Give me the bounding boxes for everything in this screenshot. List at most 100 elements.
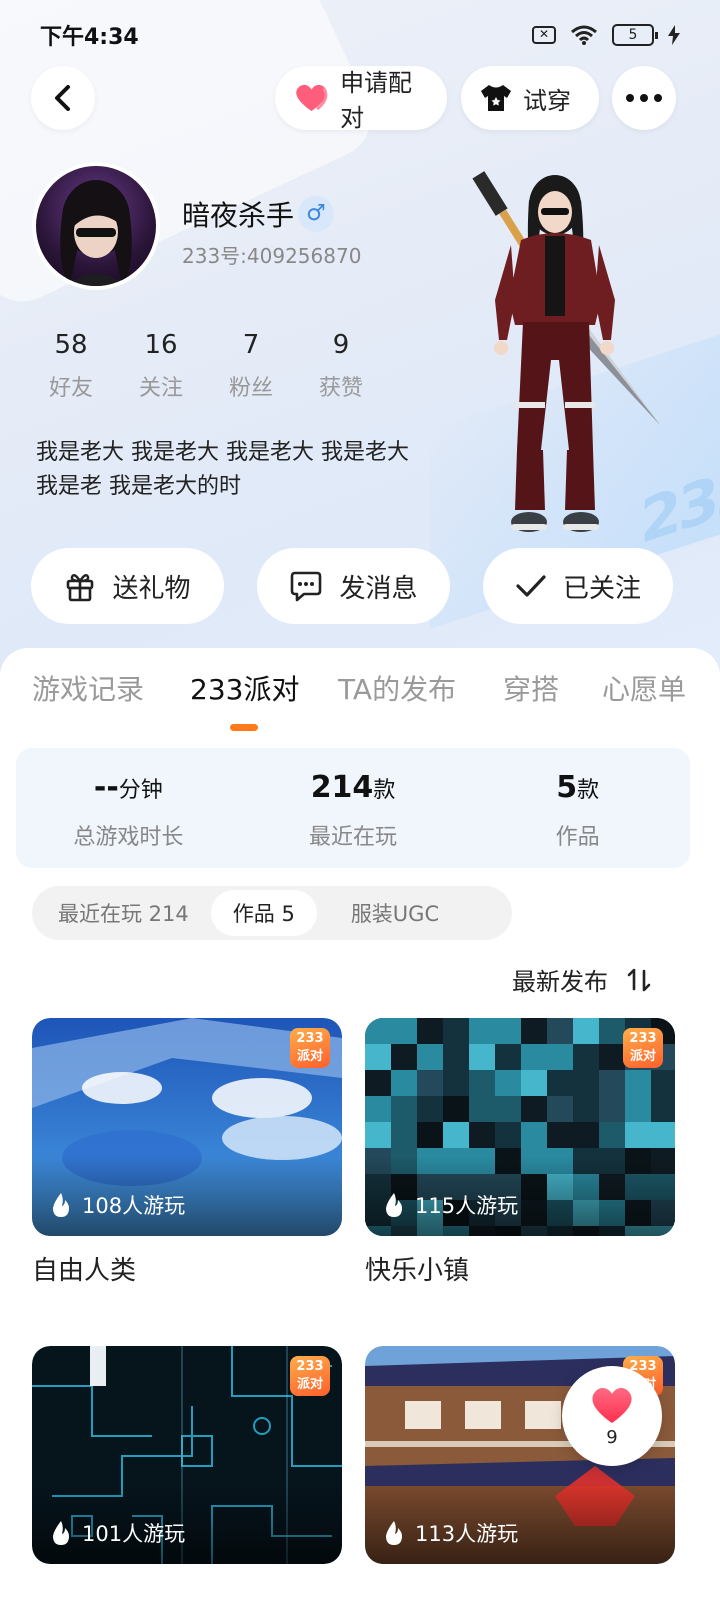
mosaic-tile [521, 1096, 547, 1122]
like-floating-button[interactable]: 9 [562, 1366, 662, 1466]
back-button[interactable] [31, 66, 95, 130]
stat-friends[interactable]: 58 好友 [26, 330, 116, 402]
stat-friends-value: 58 [54, 330, 88, 360]
mosaic-tile [391, 1070, 417, 1096]
flame-icon [386, 1193, 402, 1217]
badge-text: 派对 [296, 1049, 323, 1064]
filter-clothing-ugc[interactable]: 服装UGC [317, 890, 461, 936]
tab-wishlist[interactable]: 心愿单 [602, 668, 686, 708]
mosaic-tile [547, 1018, 573, 1044]
mosaic-tile [417, 1070, 443, 1096]
profile-stats: 58 好友 16 关注 7 粉丝 9 获赞 [26, 330, 386, 402]
tab-ta-posts[interactable]: TA的发布 [338, 668, 456, 708]
request-pair-button[interactable]: 申请配对 [275, 66, 447, 132]
try-on-label: 试穿 [523, 86, 571, 115]
stat-fans[interactable]: 7 粉丝 [206, 330, 296, 402]
stat-fans-value: 7 [242, 330, 260, 360]
game-summary-card: --分钟 总游戏时长 214款 最近在玩 5款 作品 [16, 748, 690, 868]
233-party-badge: 233 派对 [290, 1356, 330, 1396]
send-message-button[interactable]: 发消息 [257, 548, 450, 624]
summary-recent-unit: 款 [373, 778, 396, 803]
sim-off-icon: ✕ [532, 26, 556, 44]
mosaic-tile [599, 1018, 625, 1044]
status-bar: 下午4:34 ✕ 5 [0, 0, 720, 70]
mosaic-tile [625, 1070, 651, 1096]
flame-icon [386, 1521, 402, 1545]
summary-works-value: 5 [556, 770, 578, 805]
tshirt-icon [481, 85, 511, 111]
send-message-label: 发消息 [339, 573, 418, 604]
chat-bubble-icon [291, 571, 322, 602]
work-card[interactable]: 233 派对 115人游玩 快乐小镇 [365, 1018, 675, 1287]
like-count: 9 [606, 1426, 618, 1448]
tab-game-records[interactable]: 游戏记录 [32, 668, 144, 708]
play-count-text: 108人游玩 [82, 1194, 186, 1218]
filter-recent-playing[interactable]: 最近在玩 214 [36, 890, 211, 936]
username: 暗夜杀手 [182, 199, 295, 232]
mosaic-tile [625, 1122, 651, 1148]
mosaic-tile [573, 1122, 599, 1148]
summary-works-label: 作品 [555, 825, 600, 850]
avatar-3d-character [472, 171, 660, 532]
user-avatar[interactable] [32, 162, 160, 290]
mosaic-tile [651, 1096, 675, 1122]
user-bio: 我是老大 我是老大 我是老大 我是老大 我是老 我是老大的时 [36, 436, 456, 504]
mosaic-tile [365, 1122, 391, 1148]
tab-outfits[interactable]: 穿搭 [503, 668, 559, 708]
send-gift-button[interactable]: 送礼物 [31, 548, 224, 624]
mosaic-tile [469, 1044, 495, 1070]
badge-text: 派对 [629, 1049, 656, 1064]
mosaic-tile [495, 1122, 521, 1148]
mosaic-tile [521, 1122, 547, 1148]
mosaic-tile [391, 1122, 417, 1148]
sort-label: 最新发布 [512, 968, 608, 996]
more-options-button[interactable] [612, 66, 676, 130]
works-filter-segmented: 最近在玩 214 作品 5 服装UGC [32, 886, 512, 940]
tab-233-party[interactable]: 233派对 [190, 668, 299, 708]
request-pair-label: 申请配对 [340, 69, 413, 132]
mosaic-tile [495, 1096, 521, 1122]
mosaic-tile [651, 1070, 675, 1096]
more-dots-icon [626, 94, 662, 102]
battery-icon: 5 [612, 24, 658, 46]
stat-following[interactable]: 16 关注 [116, 330, 206, 402]
mosaic-tile [417, 1096, 443, 1122]
play-count-text: 115人游玩 [415, 1194, 519, 1218]
mosaic-tile [391, 1018, 417, 1044]
heart-icon [592, 1387, 632, 1423]
bio-line: 我是老大 我是老大 我是老大 我是老大 [36, 440, 409, 465]
play-count: 115人游玩 [383, 1190, 518, 1220]
work-card[interactable]: 233 派对 108人游玩 自由人类 [32, 1018, 342, 1287]
stat-likes[interactable]: 9 获赞 [296, 330, 386, 402]
followed-button[interactable]: 已关注 [483, 548, 673, 624]
mosaic-tile [547, 1070, 573, 1096]
summary-recent-label: 最近在玩 [309, 825, 398, 850]
mosaic-tile [391, 1096, 417, 1122]
work-card[interactable]: 233 派对 101人游玩 [32, 1346, 342, 1564]
work-title: 快乐小镇 [365, 1256, 470, 1286]
mosaic-tile [495, 1018, 521, 1044]
filter-works[interactable]: 作品 5 [210, 890, 317, 936]
sort-control[interactable]: 最新发布 [512, 962, 652, 997]
mosaic-tile [443, 1044, 469, 1070]
mosaic-tile [443, 1018, 469, 1044]
back-arrow-icon [55, 85, 70, 111]
flame-icon [53, 1193, 69, 1217]
wifi-icon [571, 25, 597, 45]
badge-text: 233 [629, 1031, 657, 1046]
summary-recent: 214款 最近在玩 [241, 748, 466, 868]
mosaic-tile [599, 1070, 625, 1096]
try-on-button[interactable]: 试穿 [461, 66, 599, 130]
mosaic-tile [547, 1044, 573, 1070]
mosaic-tile [365, 1070, 391, 1096]
mosaic-tile [547, 1096, 573, 1122]
badge-text: 派对 [296, 1377, 323, 1392]
followed-label: 已关注 [562, 573, 641, 604]
mosaic-tile [443, 1070, 469, 1096]
checkmark-icon [516, 575, 546, 597]
work-thumbnail: 233 派对 108人游玩 [32, 1018, 342, 1236]
profile-tabs: 游戏记录 233派对 TA的发布 穿搭 心愿单 [0, 668, 720, 738]
mosaic-tile [417, 1044, 443, 1070]
summary-recent-value: 214 [310, 770, 374, 805]
mosaic-tile [573, 1070, 599, 1096]
